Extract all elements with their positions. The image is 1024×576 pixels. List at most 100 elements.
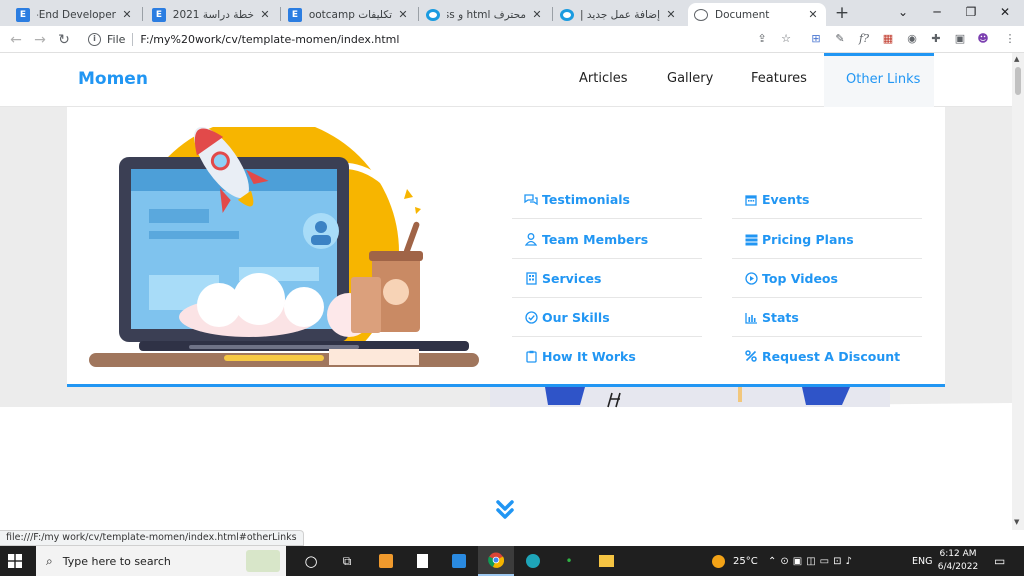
minimize-button[interactable]: ─ <box>922 3 952 21</box>
chevron-down-icon[interactable] <box>495 498 515 522</box>
scroll-up-icon[interactable]: ▲ <box>1014 55 1019 63</box>
vscode-icon[interactable] <box>441 546 477 576</box>
menu-item-team-members[interactable]: Team Members <box>512 221 702 259</box>
fonts-extension-icon[interactable]: f? <box>856 31 872 47</box>
task-view-icon[interactable]: ⧉ <box>329 546 365 576</box>
profile-avatar[interactable]: ☻ <box>975 31 991 47</box>
close-icon[interactable]: ✕ <box>396 8 410 21</box>
search-highlight-icon <box>246 550 280 572</box>
menu-item-stats[interactable]: Stats <box>732 299 922 337</box>
sidepanel-icon[interactable]: ▣ <box>952 31 968 47</box>
menu-item-pricing-plans[interactable]: Pricing Plans <box>732 221 922 259</box>
tab-search-icon[interactable]: ⌄ <box>888 3 918 21</box>
menu-item-top-videos[interactable]: Top Videos <box>732 260 922 298</box>
windows-taskbar: ⌕ Type here to search ○ ⧉ • 25°C ⌃⊙▣◫▭⊡♪… <box>0 546 1024 576</box>
camera-icon[interactable]: ◉ <box>904 31 920 47</box>
scroll-down-icon[interactable]: ▼ <box>1014 518 1019 526</box>
divider <box>132 33 134 46</box>
browser-tab-4[interactable]: محترف html و css | مس ✕ <box>420 3 550 26</box>
clock-time: 6:12 AM <box>939 549 977 559</box>
share-icon[interactable]: ⇪ <box>754 31 770 47</box>
nav-other-links[interactable]: Other Links <box>824 53 934 107</box>
close-icon[interactable]: ✕ <box>664 8 678 21</box>
browser-toolbar: ← → ↻ i File F:/my%20work/cv/template-mo… <box>0 26 1024 53</box>
scheme-label: File <box>107 33 126 46</box>
check-circle-icon <box>524 311 538 325</box>
menu-item-label: Events <box>762 192 810 207</box>
file-icon[interactable] <box>404 546 440 576</box>
taskbar-clock[interactable]: 6:12 AM 6/4/2022 <box>928 548 988 574</box>
extension-icon[interactable]: ✎ <box>832 31 848 47</box>
play-circle-icon <box>744 272 758 286</box>
app-icon[interactable]: • <box>551 546 587 576</box>
percent-icon <box>744 349 758 363</box>
translate-icon[interactable]: ⊞ <box>808 31 824 47</box>
web-page: Momen Articles Gallery Features Other Li… <box>0 53 1012 530</box>
back-icon[interactable]: ← <box>6 30 26 50</box>
file-explorer-icon[interactable] <box>588 546 624 576</box>
sun-icon <box>712 554 725 568</box>
nav-other-links-label: Other Links <box>846 72 921 87</box>
tab-strip: E t-End Developer مسار ✕ E خطة دراسة 202… <box>0 0 1024 26</box>
restore-button[interactable]: ❐ <box>956 3 986 21</box>
menu-item-services[interactable]: Services <box>512 260 702 298</box>
windows-start-icon[interactable] <box>8 554 22 568</box>
menu-item-label: Testimonials <box>542 192 631 207</box>
browser-tab-1[interactable]: E t-End Developer مسار ✕ <box>10 3 140 26</box>
reload-icon[interactable]: ↻ <box>54 30 74 50</box>
menu-item-how-it-works[interactable]: How It Works <box>512 337 702 375</box>
tab-title: محترف html و css | مس <box>447 8 526 21</box>
page-scrollbar[interactable]: ▲ ▼ <box>1012 53 1024 530</box>
nav-features[interactable]: Features <box>751 71 807 86</box>
building-icon <box>524 272 538 286</box>
clock-date: 6/4/2022 <box>937 562 979 572</box>
sublime-text-icon[interactable] <box>368 546 404 576</box>
menu-icon[interactable]: ⋮ <box>1002 31 1018 47</box>
browser-tab-3[interactable]: E تكليفات ipt Bootcamp ✕ <box>282 3 416 26</box>
chart-icon <box>744 311 758 325</box>
weather-widget[interactable]: 25°C <box>712 546 758 576</box>
menu-item-testimonials[interactable]: Testimonials <box>512 181 702 219</box>
info-icon[interactable]: i <box>88 33 101 46</box>
close-icon[interactable]: ✕ <box>530 8 544 21</box>
tab-divider <box>552 7 553 21</box>
url-text[interactable]: F:/my%20work/cv/template-momen/index.htm… <box>140 33 399 46</box>
menu-item-label: Services <box>542 271 602 286</box>
menu-item-label: Top Videos <box>762 271 838 286</box>
menu-item-our-skills[interactable]: Our Skills <box>512 299 702 337</box>
close-icon[interactable]: ✕ <box>120 8 134 21</box>
tab-title: خطة دراسة 2021 camp <box>173 8 254 21</box>
nav-gallery[interactable]: Gallery <box>667 71 713 86</box>
e-icon: E <box>16 7 30 22</box>
nav-articles[interactable]: Articles <box>579 71 627 86</box>
close-icon[interactable]: ✕ <box>806 8 820 21</box>
puzzle-icon[interactable]: ✚ <box>928 31 944 47</box>
menu-item-label: Our Skills <box>542 310 610 325</box>
new-tab-button[interactable]: + <box>832 4 852 24</box>
site-logo[interactable]: Momen <box>78 69 148 89</box>
forward-icon[interactable]: → <box>30 30 50 50</box>
scrollbar-thumb[interactable] <box>1015 67 1021 95</box>
edge-icon[interactable] <box>515 546 551 576</box>
browser-tab-5[interactable]: إضافة عمل جديد | مستق ✕ <box>554 3 684 26</box>
search-icon: ⌕ <box>46 553 53 568</box>
globe-icon <box>694 8 708 21</box>
extension-icon[interactable]: ▦ <box>880 31 896 47</box>
window-close-button[interactable]: ✕ <box>990 3 1020 21</box>
address-bar[interactable]: i File F:/my%20work/cv/template-momen/in… <box>80 29 800 50</box>
browser-tab-2[interactable]: E خطة دراسة 2021 camp ✕ <box>146 3 278 26</box>
taskbar-search[interactable]: ⌕ Type here to search <box>36 546 286 576</box>
menu-item-request-a-discount[interactable]: Request A Discount <box>732 337 922 375</box>
browser-tab-document[interactable]: Document ✕ <box>688 3 826 26</box>
tab-title: t-End Developer مسار <box>37 8 116 21</box>
chrome-icon[interactable] <box>478 546 514 576</box>
notifications-icon[interactable]: ▭ <box>994 546 1005 576</box>
system-tray-icons[interactable]: ⌃⊙▣◫▭⊡♪ <box>768 546 856 576</box>
user-icon <box>524 233 538 247</box>
site-header: Momen Articles Gallery Features Other Li… <box>0 53 1012 107</box>
menu-item-events[interactable]: Events <box>732 181 922 219</box>
calendar-icon <box>744 193 758 207</box>
bookmark-star-icon[interactable]: ☆ <box>778 31 794 47</box>
cortana-icon[interactable]: ○ <box>293 546 329 576</box>
close-icon[interactable]: ✕ <box>258 8 272 21</box>
